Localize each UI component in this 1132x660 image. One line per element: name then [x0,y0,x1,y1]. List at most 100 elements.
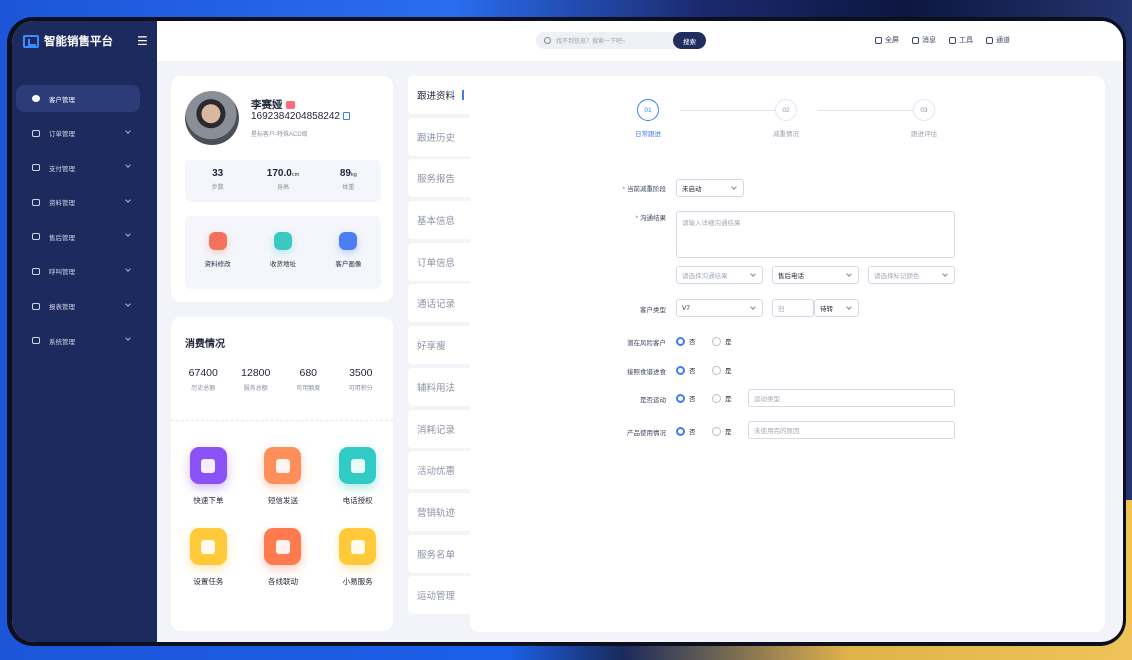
product-yes-radio[interactable]: 是 [712,426,732,436]
tool-label: 通道 [996,37,1010,44]
sport-type-placeholder: 运动类型 [754,396,780,403]
sport-yes-radio[interactable]: 是 [712,393,732,403]
tab-11[interactable]: 服务名单 [408,534,470,573]
product-no-radio[interactable]: 否 [676,426,696,436]
tab-9[interactable]: 活动优惠 [408,451,470,490]
profile-card: 李赛娅 16923842048582​42 星标客户-特殊ACD级 33 步数 17… [171,76,393,302]
stat-value: 33 [185,168,250,179]
app-glyph-icon [275,458,290,473]
detail-tabs: 跟进资料 跟进历史 服务报告 基本信息 订单信息 通话记录 好享瘦 辅料用法 消耗记录 活动优惠营… [408,76,470,618]
consumption-value: 12800 [241,367,271,379]
tab-0[interactable]: 跟进资料 [408,76,470,114]
stage-select[interactable]: 未启动 [676,179,744,197]
sidebar-item-3[interactable]: 资料管理 [16,189,140,216]
old-field[interactable]: 旧 [772,299,814,317]
sport-no-radio[interactable]: 否 [676,393,696,403]
unused-reason-input[interactable]: 未使用完的原因 [748,421,955,439]
sidebar-item-4[interactable]: 售后管理 [16,223,140,250]
pending-select[interactable]: 待转 [814,299,859,317]
app-0[interactable]: 快速下单 [171,447,246,506]
search-placeholder: 找不到信息？搜索一下吧~ [556,39,626,45]
step-2[interactable]: 03 跟进评估 [894,99,954,138]
app-5[interactable]: 小易服务 [320,528,395,587]
tab-10[interactable]: 营销轨迹 [408,492,470,531]
sport-type-input[interactable]: 运动类型 [748,389,955,407]
stat-value: 89kg [316,168,381,179]
tool-2[interactable]: 工具 [949,35,973,45]
sidebar-item-label: 订单管理 [49,131,75,139]
sidebar-item-1[interactable]: 订单管理 [16,120,140,147]
customer-photo [185,91,239,145]
copy-icon[interactable] [342,112,350,121]
quick-action-2[interactable]: 客户画像 [316,216,381,289]
diet-yes-radio[interactable]: 是 [712,365,732,375]
search-button[interactable]: 搜索 [673,32,706,49]
chevron-down-icon [125,196,131,203]
search-input[interactable]: 找不到信息？搜索一下吧~ [536,32,676,49]
quick-action-icon [339,232,358,250]
menu-icon [32,164,40,172]
tab-5[interactable]: 通话记录 [408,284,470,323]
sidebar-item-7[interactable]: 系统管理 [16,327,140,354]
sidebar-item-0[interactable]: 客户管理 [16,85,140,112]
radio-label: 否 [689,339,696,346]
quick-action-label: 客户画像 [335,261,362,268]
tool-3[interactable]: 通道 [986,35,1010,45]
wechat-badge-icon[interactable] [285,101,295,110]
tab-6[interactable]: 好享瘦 [408,326,470,365]
tool-0[interactable]: 全屏 [875,35,899,45]
app-glyph-icon [201,458,216,473]
tab-4[interactable]: 订单信息 [408,242,470,281]
radio-checked [676,426,685,436]
chevron-down-icon [125,335,131,341]
after-sale-select[interactable]: 售后电话 [772,266,859,284]
quick-action-icon [273,232,292,250]
sidebar-item-label: 系统管理 [49,338,75,346]
radio-checked [676,365,685,375]
after-sale-select-value: 售后电话 [778,273,804,280]
diet-label: 接照食谱进食 [627,369,666,376]
app-3[interactable]: 设置任务 [171,528,246,587]
tab-8[interactable]: 消耗记录 [408,409,470,448]
tab-7[interactable]: 辅料用法 [408,367,470,406]
step-0[interactable]: 01 日常跟进 [618,99,678,138]
followup-panel: 01 日常跟进 02 减重情况 03 跟进评估 * 当前减重阶段 未启动 * 沟通结果 请输入… [470,76,1105,632]
tab-12[interactable]: 运动管理 [408,576,470,615]
sidebar-item-label: 支付管理 [49,165,75,173]
risk-yes-radio[interactable]: 是 [712,336,732,346]
app-glyph-icon [275,539,290,554]
step-1[interactable]: 02 减重情况 [756,99,816,138]
app-4[interactable]: 各线联动 [246,528,321,587]
search-icon [544,37,551,44]
radio-checked [676,393,685,403]
sidebar-item-5[interactable]: 呼叫管理 [16,258,140,285]
comm-result-textarea[interactable]: 请输入详细沟通结果 [676,211,955,258]
menu-toggle-icon[interactable]: ☰ [137,34,148,48]
consumption-card: 消费情况 67400 历史总额 12800 服务总额 680 可用额度 3500 可用积分 快… [171,317,393,631]
message-icon [912,36,919,44]
tab-1[interactable]: 跟进历史 [408,117,470,156]
risk-no-radio[interactable]: 否 [676,336,696,346]
sidebar-item-2[interactable]: 支付管理 [16,154,140,181]
tab-2[interactable]: 服务报告 [408,159,470,198]
comm-result-select[interactable]: 请选择沟通结果 [676,266,763,284]
step-label: 跟进评估 [911,131,937,138]
tab-3[interactable]: 基本信息 [408,201,470,240]
quick-action-0[interactable]: 资料修改 [185,216,250,289]
tool-1[interactable]: 消息 [912,35,936,45]
menu-icon [32,233,40,241]
diet-no-radio[interactable]: 否 [676,365,696,375]
customer-phone-text: 16923842048582​42 [251,111,340,122]
radio-label: 否 [689,429,696,436]
customer-type-select[interactable]: V7 [676,299,763,317]
stat-label: 体重 [342,185,355,191]
radio-unchecked [712,365,721,375]
tool-label: 全屏 [885,37,899,44]
quick-action-1[interactable]: 收货地址 [250,216,315,289]
divider [171,420,393,421]
app-2[interactable]: 电话授权 [320,447,395,506]
sidebar-item-6[interactable]: 报表管理 [16,293,140,320]
app-1[interactable]: 短信发送 [246,447,321,506]
mark-color-select[interactable]: 请选择标记颜色 [868,266,955,284]
sidebar-item-label: 资料管理 [49,200,75,208]
